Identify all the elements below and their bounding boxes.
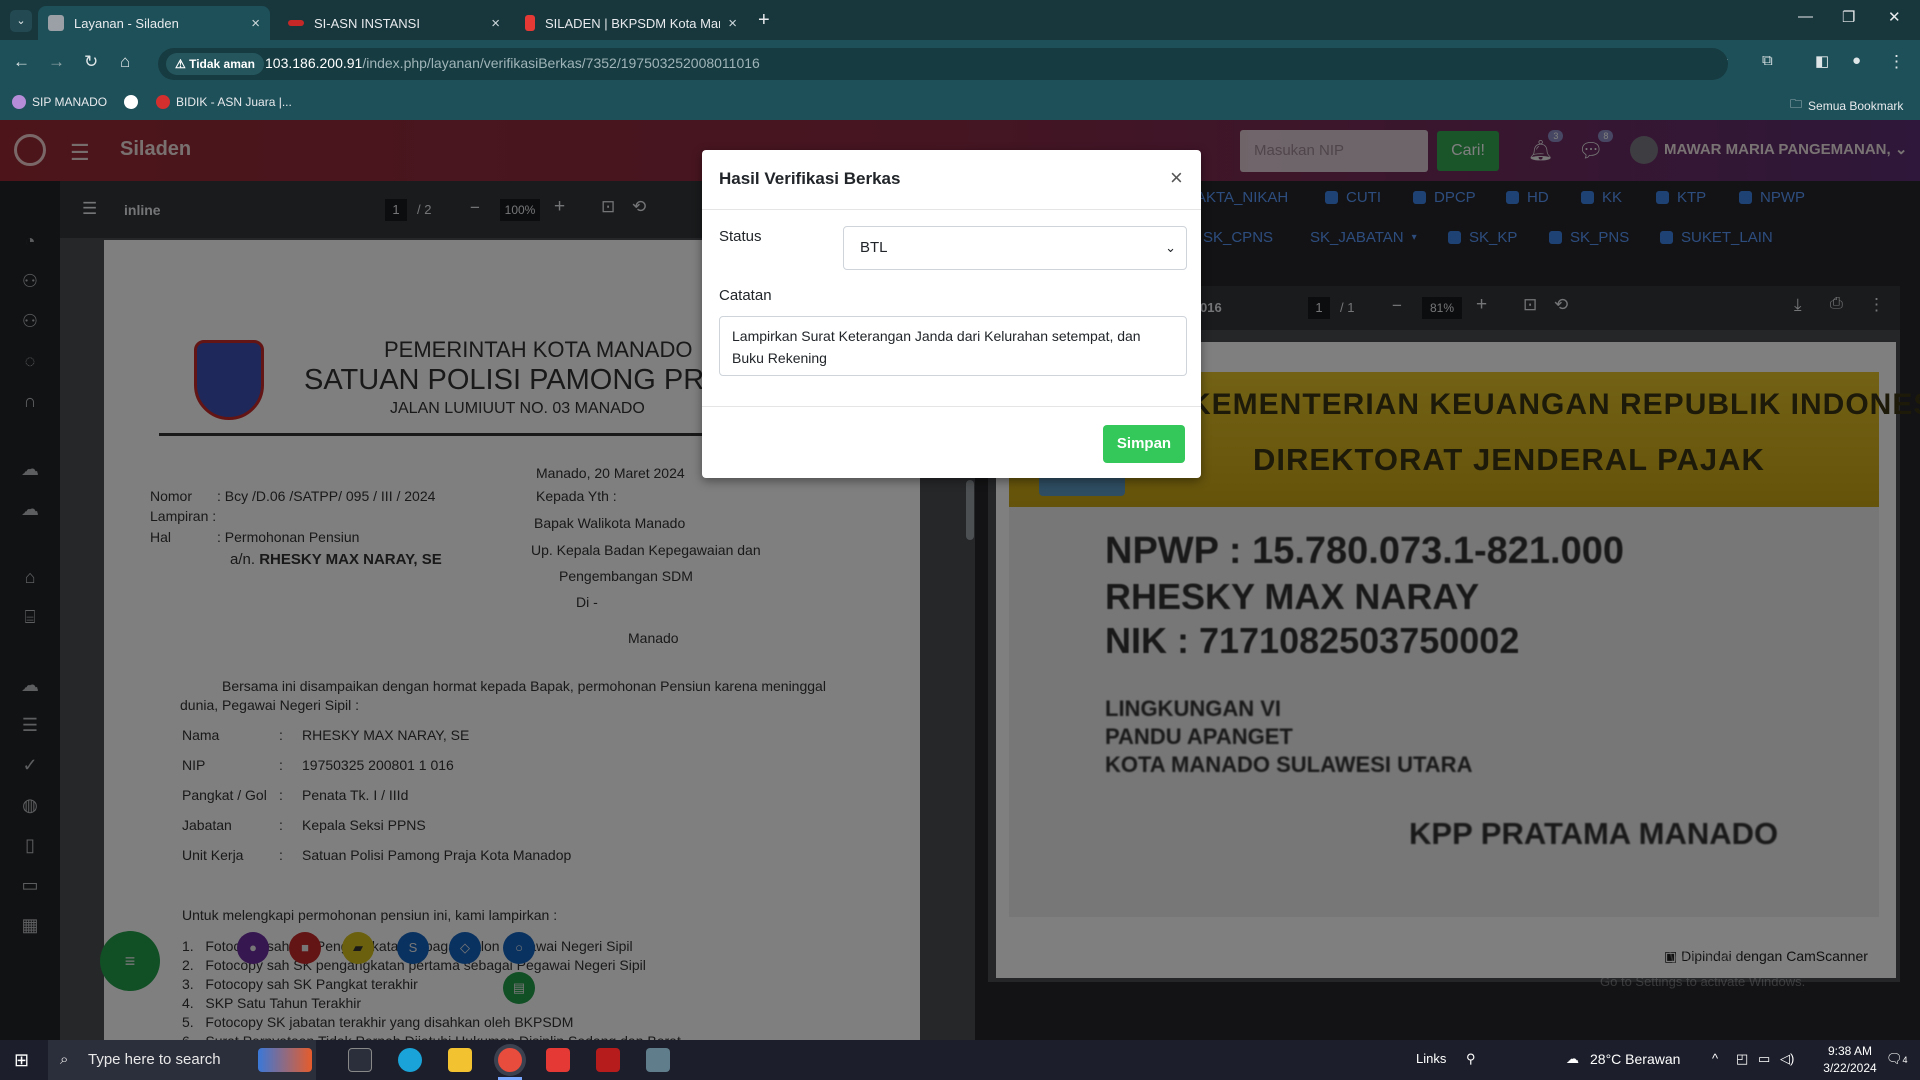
weather-icon: ☁ bbox=[1566, 1051, 1579, 1066]
close-window-icon[interactable]: ✕ bbox=[1888, 8, 1901, 26]
url-text[interactable]: 103.186.200.91/index.php/layanan/verifik… bbox=[265, 55, 760, 71]
media-app-icon[interactable] bbox=[546, 1048, 570, 1072]
home-icon[interactable]: ⌂ bbox=[120, 52, 130, 72]
page-favicon-icon bbox=[48, 15, 64, 31]
links-toolbar[interactable]: Links bbox=[1416, 1051, 1446, 1066]
minimize-icon[interactable]: — bbox=[1798, 8, 1813, 25]
reload-icon[interactable]: ↻ bbox=[84, 52, 98, 72]
folder-icon: 🗀 bbox=[1790, 97, 1803, 111]
task-view-icon[interactable] bbox=[348, 1048, 372, 1072]
close-modal-button[interactable]: × bbox=[1170, 165, 1183, 191]
url-host: 103.186.200.91 bbox=[265, 55, 363, 71]
people-icon[interactable]: ⚲ bbox=[1466, 1051, 1476, 1067]
tab-title: Layanan - Siladen bbox=[74, 15, 179, 31]
close-tab-icon[interactable]: × bbox=[728, 15, 737, 32]
url-path: /index.php/layanan/verifikasiBerkas/7352… bbox=[362, 55, 760, 71]
bookmark-label: BIDIK - ASN Juara |... bbox=[176, 95, 292, 109]
all-bookmarks-label: Semua Bookmark bbox=[1808, 98, 1904, 113]
file-explorer-icon[interactable] bbox=[448, 1048, 472, 1072]
back-icon[interactable]: ← bbox=[13, 52, 30, 72]
clock-time: 9:38 AM bbox=[1827, 1044, 1873, 1058]
tab-si-asn-instansi[interactable]: SI-ASN INSTANSI × bbox=[278, 6, 510, 40]
tab-layanan-siladen[interactable]: Layanan - Siladen × bbox=[38, 6, 270, 40]
volume-icon[interactable]: ◁) bbox=[1780, 1051, 1794, 1067]
bookmark-favicon-icon bbox=[156, 95, 170, 109]
forward-icon[interactable]: → bbox=[48, 52, 65, 72]
clock[interactable]: 9:38 AM 3/22/2024 bbox=[1815, 1044, 1885, 1075]
bookmark-globe[interactable] bbox=[124, 95, 138, 109]
page-favicon-icon bbox=[288, 20, 304, 26]
status-selected-value: BTL bbox=[860, 239, 888, 256]
side-panel-icon[interactable]: ◧ bbox=[1815, 52, 1829, 70]
catatan-textarea[interactable]: Lampirkan Surat Keterangan Janda dari Ke… bbox=[719, 316, 1187, 376]
action-center-icon[interactable]: 🗨︎4 bbox=[1886, 1051, 1908, 1067]
catatan-label: Catatan bbox=[719, 287, 772, 304]
pdf-app-icon[interactable] bbox=[596, 1048, 620, 1072]
status-select[interactable]: BTL ⌄ bbox=[843, 226, 1187, 270]
bookmark-label: SIP MANADO bbox=[32, 95, 108, 109]
modal-header-divider bbox=[702, 209, 1201, 210]
search-icon: ⌕ bbox=[60, 1051, 69, 1068]
new-tab-button[interactable]: + bbox=[758, 9, 770, 32]
security-indicator[interactable]: ⚠ Tidak aman bbox=[166, 53, 264, 75]
all-bookmarks[interactable]: 🗀 Semua Bookmark bbox=[1790, 95, 1903, 116]
action-center-count: 4 bbox=[1902, 1055, 1908, 1065]
browser-tab-strip: ⌄ Layanan - Siladen × SI-ASN INSTANSI × … bbox=[0, 0, 1920, 40]
close-tab-icon[interactable]: × bbox=[251, 15, 260, 32]
search-highlight-icon[interactable] bbox=[258, 1048, 312, 1072]
clock-date: 3/22/2024 bbox=[1823, 1061, 1877, 1075]
chrome-menu-icon[interactable]: ⋮ bbox=[1888, 52, 1905, 72]
tab-siladen-bkpsdm[interactable]: SILADEN | BKPSDM Kota Manado × bbox=[515, 6, 747, 40]
extensions-icon[interactable]: ⧉ bbox=[1762, 52, 1773, 69]
tray-chevron-icon[interactable]: ^ bbox=[1712, 1051, 1718, 1066]
network-icon[interactable]: ▭ bbox=[1758, 1051, 1770, 1067]
chevron-down-icon: ⌄ bbox=[1165, 240, 1176, 255]
security-label: Tidak aman bbox=[189, 57, 255, 71]
modal-title: Hasil Verifikasi Berkas bbox=[719, 169, 901, 188]
calculator-icon[interactable] bbox=[646, 1048, 670, 1072]
restore-icon[interactable]: ❐ bbox=[1842, 8, 1855, 26]
close-tab-icon[interactable]: × bbox=[491, 15, 500, 32]
bookmark-bidik[interactable]: BIDIK - ASN Juara |... bbox=[156, 95, 292, 109]
modal-footer-divider bbox=[702, 406, 1201, 407]
profile-icon[interactable]: ● bbox=[1852, 52, 1861, 69]
status-label: Status bbox=[719, 228, 762, 245]
page-favicon-icon bbox=[525, 15, 535, 31]
bookmark-favicon-icon bbox=[12, 95, 26, 109]
tab-title: SI-ASN INSTANSI bbox=[314, 15, 420, 31]
bookmark-sip-manado[interactable]: SIP MANADO bbox=[12, 95, 107, 109]
tray-app-icon[interactable]: ◰ bbox=[1736, 1051, 1748, 1067]
globe-icon bbox=[124, 95, 138, 109]
search-placeholder: Type here to search bbox=[88, 1051, 221, 1068]
tab-title: SILADEN | BKPSDM Kota Manado bbox=[545, 15, 720, 31]
warning-icon: ⚠ bbox=[175, 57, 190, 71]
bookmarks-bar: SIP MANADO BIDIK - ASN Juara |... 🗀 Semua… bbox=[0, 86, 1920, 120]
windows-start-icon[interactable]: ⊞ bbox=[14, 1050, 29, 1071]
edge-icon[interactable] bbox=[398, 1048, 422, 1072]
verification-result-modal: Hasil Verifikasi Berkas × Status BTL ⌄ Ca… bbox=[702, 150, 1201, 478]
chrome-icon[interactable] bbox=[498, 1048, 522, 1072]
save-button[interactable]: Simpan bbox=[1103, 425, 1185, 463]
windows-taskbar: ⊞ ⌕ Type here to search Links ⚲ ☁ 28°C Be… bbox=[0, 1040, 1920, 1080]
weather-text[interactable]: 28°C Berawan bbox=[1590, 1051, 1680, 1067]
tab-search-button[interactable]: ⌄ bbox=[10, 10, 32, 32]
